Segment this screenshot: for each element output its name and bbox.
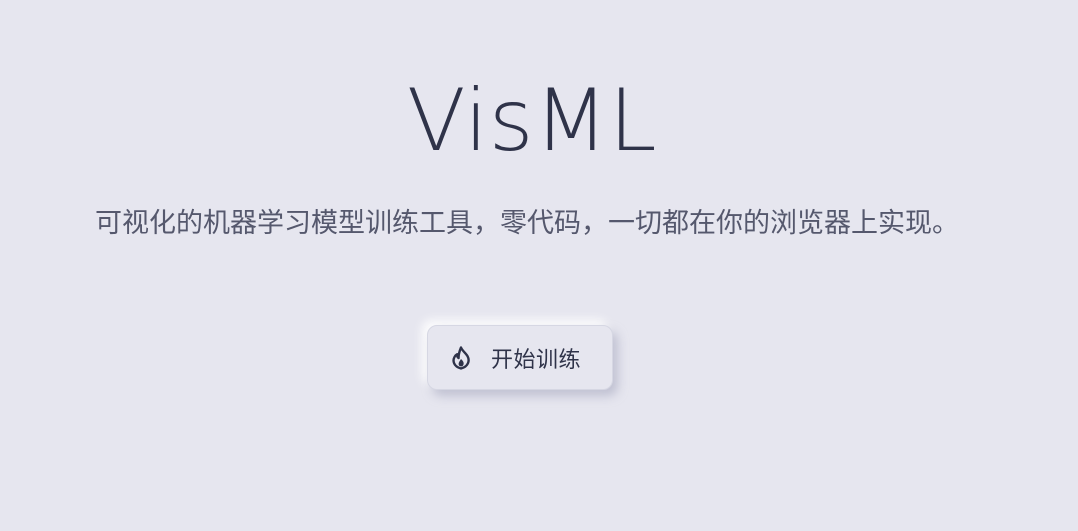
flame-icon bbox=[450, 345, 472, 370]
start-training-button[interactable]: 开始训练 bbox=[427, 325, 613, 390]
start-training-label: 开始训练 bbox=[491, 347, 582, 373]
app-tagline: 可视化的机器学习模型训练工具，零代码，一切都在你的浏览器上实现。 bbox=[95, 208, 959, 239]
app-title: VisML bbox=[406, 71, 658, 171]
hero-section: VisML 可视化的机器学习模型训练工具，零代码，一切都在你的浏览器上实现。 开… bbox=[0, 0, 1078, 531]
